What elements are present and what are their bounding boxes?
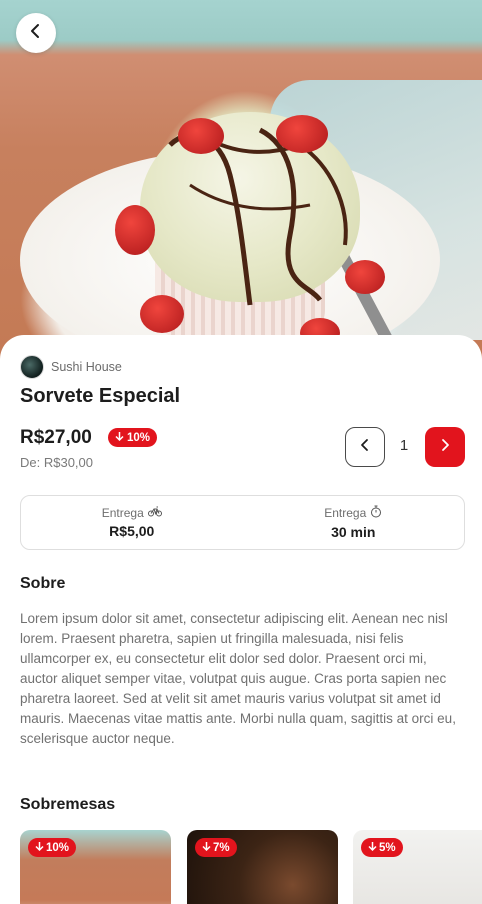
restaurant-name: Sushi House <box>51 360 122 374</box>
old-price: De: R$30,00 <box>20 455 93 470</box>
related-products: 10% 7% 5% <box>20 830 482 904</box>
product-price: R$27,00 <box>20 427 92 448</box>
related-product-card[interactable]: 7% <box>187 830 338 904</box>
delivery-fee-label: Entrega <box>101 506 144 520</box>
restaurant-info[interactable]: Sushi House <box>20 355 122 379</box>
chevron-right-icon <box>438 438 452 457</box>
delivery-time-value: 30 min <box>331 524 376 540</box>
product-details-sheet: Sushi House Sorvete Especial R$27,00 10%… <box>0 335 482 904</box>
delivery-time-label: Entrega <box>324 506 367 520</box>
quantity-value: 1 <box>399 437 409 454</box>
arrow-down-icon <box>368 841 377 854</box>
restaurant-avatar <box>20 355 44 379</box>
discount-value: 5% <box>379 841 396 854</box>
arrow-down-icon <box>115 431 124 444</box>
delivery-fee-value: R$5,00 <box>109 523 155 539</box>
discount-badge: 5% <box>361 838 403 857</box>
discount-value: 7% <box>213 841 230 854</box>
stopwatch-icon <box>370 505 382 521</box>
product-title: Sorvete Especial <box>20 385 181 407</box>
delivery-info: Entrega R$5,00 Entrega 30 min <box>20 495 465 550</box>
related-product-card[interactable]: 10% <box>20 830 171 904</box>
back-button[interactable] <box>16 13 56 53</box>
delivery-time: Entrega 30 min <box>243 496 465 549</box>
arrow-down-icon <box>202 841 211 854</box>
product-image <box>0 0 482 360</box>
chevron-left-icon <box>358 438 372 457</box>
arrow-down-icon <box>35 841 44 854</box>
discount-badge: 7% <box>195 838 237 857</box>
discount-value: 10% <box>127 431 151 444</box>
discount-badge: 10% <box>28 838 77 857</box>
quantity-decrease-button[interactable] <box>345 427 385 467</box>
related-product-card[interactable]: 5% <box>353 830 482 904</box>
about-description: Lorem ipsum dolor sit amet, consectetur … <box>20 611 456 746</box>
quantity-increase-button[interactable] <box>425 427 465 467</box>
chevron-left-icon <box>28 23 44 44</box>
about-title: Sobre <box>20 575 66 592</box>
bike-icon <box>147 506 162 520</box>
discount-value: 10% <box>46 841 70 854</box>
delivery-fee: Entrega R$5,00 <box>21 496 243 549</box>
related-section-title: Sobremesas <box>20 796 116 813</box>
discount-badge: 10% <box>108 428 158 447</box>
